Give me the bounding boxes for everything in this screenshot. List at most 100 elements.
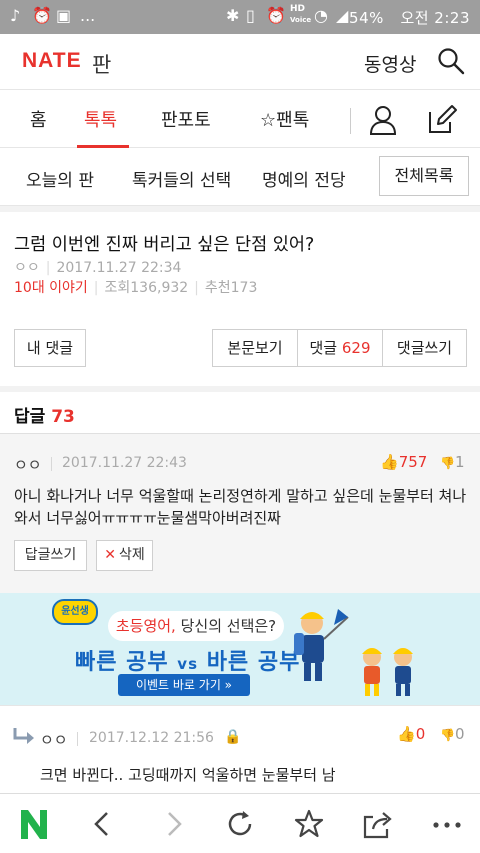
dislike-button[interactable]: 👎0 [440, 725, 465, 743]
subnav-today-pan[interactable]: 오늘의 판 [26, 166, 94, 191]
alarm-icon: ⏰ [32, 6, 52, 25]
ad-main-right: 바른 공부 [206, 650, 301, 675]
article-author: ㅇㅇ [14, 260, 40, 276]
subnav-hall-of-fame[interactable]: 명예의 전당 [262, 166, 346, 191]
delete-button[interactable]: ✕ 삭제 [96, 540, 153, 571]
comment-text: 아니 화나거나 너무 억울할때 논리정연하게 말하고 싶은데 눈물부터 쳐나와서… [14, 487, 467, 527]
meta-separator [51, 457, 52, 471]
comment-author: ㅇㅇ [14, 456, 42, 474]
comment-item: ㅇㅇ 2017.11.27 22:43 👍757 👎1 아니 화나거나 너무 억… [0, 433, 480, 593]
ad-logo: 윤선생 [52, 599, 98, 625]
share-button[interactable] [361, 807, 395, 841]
comment-text: 크면 바뀐다.. 고딩때까지 억울하면 눈물부터 남 [40, 766, 336, 784]
comments-label: 댓글 [309, 339, 338, 357]
thumbs-down-icon: 👎 [440, 728, 455, 742]
replies-count: 73 [51, 407, 75, 427]
ad-headline-accent: 초등영어, [115, 617, 176, 635]
comment-author: ㅇㅇ [40, 731, 68, 749]
more-notifications: ... [80, 6, 96, 25]
alarm-clock-icon: ⏰ [266, 6, 286, 25]
article-recommends: 추천173 [204, 280, 258, 296]
chevron-left-icon [94, 812, 108, 836]
tab-fantok-label: 팬톡 [276, 110, 310, 131]
article-date: 2017.11.27 22:34 [56, 260, 182, 276]
write-post-button[interactable] [426, 104, 458, 136]
more-menu-button[interactable] [430, 807, 464, 841]
lock-icon: 🔒 [224, 729, 242, 745]
comment-date: 2017.11.27 22:43 [62, 455, 187, 471]
category-link[interactable]: 10대 이야기 [14, 280, 88, 296]
like-button[interactable]: 👍0 [397, 725, 425, 743]
nate-n-icon [21, 810, 47, 839]
thumbs-up-icon: 👍 [397, 725, 416, 743]
user-button[interactable] [368, 104, 398, 135]
write-comment-button[interactable]: 댓글쓰기 [383, 330, 466, 366]
ad-banner[interactable]: 윤선생 초등영어, 당신의 선택은? 빠른 공부 vs 바른 공부 이벤트 바로… [0, 593, 480, 705]
ad-main-text: 빠른 공부 vs 바른 공부 [75, 644, 300, 676]
status-right: 54% 오전 2:23 [349, 7, 470, 28]
tab-fantok[interactable]: ☆팬톡 [260, 106, 309, 132]
reply-button[interactable]: 답글쓰기 [14, 540, 87, 571]
like-count: 757 [398, 453, 428, 471]
like-count: 0 [415, 725, 426, 743]
ad-headline: 초등영어, 당신의 선택은? [108, 611, 284, 641]
replies-header: 답글 73 [14, 402, 75, 427]
chevron-right-icon [168, 812, 182, 836]
comment-date: 2017.12.12 21:56 [89, 730, 214, 746]
dislike-count: 1 [454, 453, 465, 471]
more-dots-icon [433, 822, 461, 828]
wifi-icon: ◔ [314, 6, 328, 25]
search-button[interactable] [436, 46, 466, 76]
meta-separator [77, 732, 78, 746]
ad-cta-button[interactable]: 이벤트 바로 가기 » [118, 674, 250, 696]
bookmark-button[interactable] [292, 807, 326, 841]
refresh-button[interactable] [223, 807, 257, 841]
article-views: 조회136,932 [104, 280, 189, 296]
browser-toolbar [0, 793, 480, 853]
tab-home[interactable]: 홈 [30, 106, 47, 132]
sub-nav: 오늘의 판 톡커들의 선택 명예의 전당 전체목록 [0, 148, 480, 206]
nav-divider [350, 108, 351, 134]
article-action-group: 본문보기 댓글 629 댓글쓰기 [212, 329, 467, 367]
status-bar: ♪ ⏰ ▣ ... ✱ ▯ ⏰ HD Voice ◔ ◢ 54% 오전 2:23 [0, 0, 480, 34]
video-link[interactable]: 동영상 [364, 50, 416, 77]
section-gap [0, 386, 480, 392]
replies-label: 답글 [14, 407, 46, 427]
view-body-button[interactable]: 본문보기 [213, 330, 298, 366]
search-icon [438, 48, 465, 75]
thumbs-down-icon: 👎 [440, 456, 455, 470]
tab-toktok[interactable]: 톡톡 [84, 106, 117, 132]
back-button[interactable] [86, 807, 120, 841]
reply-arrow-icon [13, 728, 34, 744]
dislike-button[interactable]: 👎1 [440, 453, 465, 471]
header: NATE 판 동영상 [0, 34, 480, 90]
nate-home-button[interactable] [18, 807, 52, 841]
user-icon [369, 106, 397, 135]
pencil-edit-icon [429, 105, 457, 133]
comments-count: 629 [341, 339, 371, 357]
image-icon: ▣ [56, 6, 72, 25]
dislike-count: 0 [454, 725, 465, 743]
all-list-button[interactable]: 전체목록 [379, 156, 469, 196]
forward-button[interactable] [156, 807, 190, 841]
delete-label: 삭제 [118, 547, 145, 563]
ad-vs: vs [177, 655, 199, 673]
pan-section-title[interactable]: 판 [92, 49, 111, 79]
comments-button[interactable]: 댓글 629 [298, 330, 383, 366]
comment-item: ㅇㅇ 2017.12.12 21:56 🔒 👍0 👎0 크면 바뀐다.. 고딩때… [0, 705, 480, 800]
refresh-icon [228, 811, 252, 836]
my-comment-button[interactable]: 내 댓글 [14, 329, 86, 367]
tab-panphoto[interactable]: 판포토 [161, 106, 211, 132]
subnav-talkers-choice[interactable]: 톡커들의 선택 [132, 166, 231, 191]
vibrate-icon: ▯ [246, 6, 255, 25]
thumbs-up-icon: 👍 [380, 453, 399, 471]
children-illustration [294, 609, 413, 696]
like-button[interactable]: 👍757 [380, 453, 427, 471]
nate-logo[interactable]: NATE [22, 49, 82, 73]
star-icon [294, 809, 324, 838]
section-gap [0, 206, 480, 212]
bluetooth-icon: ✱ [226, 6, 240, 25]
ad-headline-rest: 당신의 선택은? [175, 617, 277, 635]
main-nav: 홈 톡톡 판포토 ☆팬톡 [0, 90, 480, 148]
star-outline-icon: ☆ [260, 110, 277, 131]
